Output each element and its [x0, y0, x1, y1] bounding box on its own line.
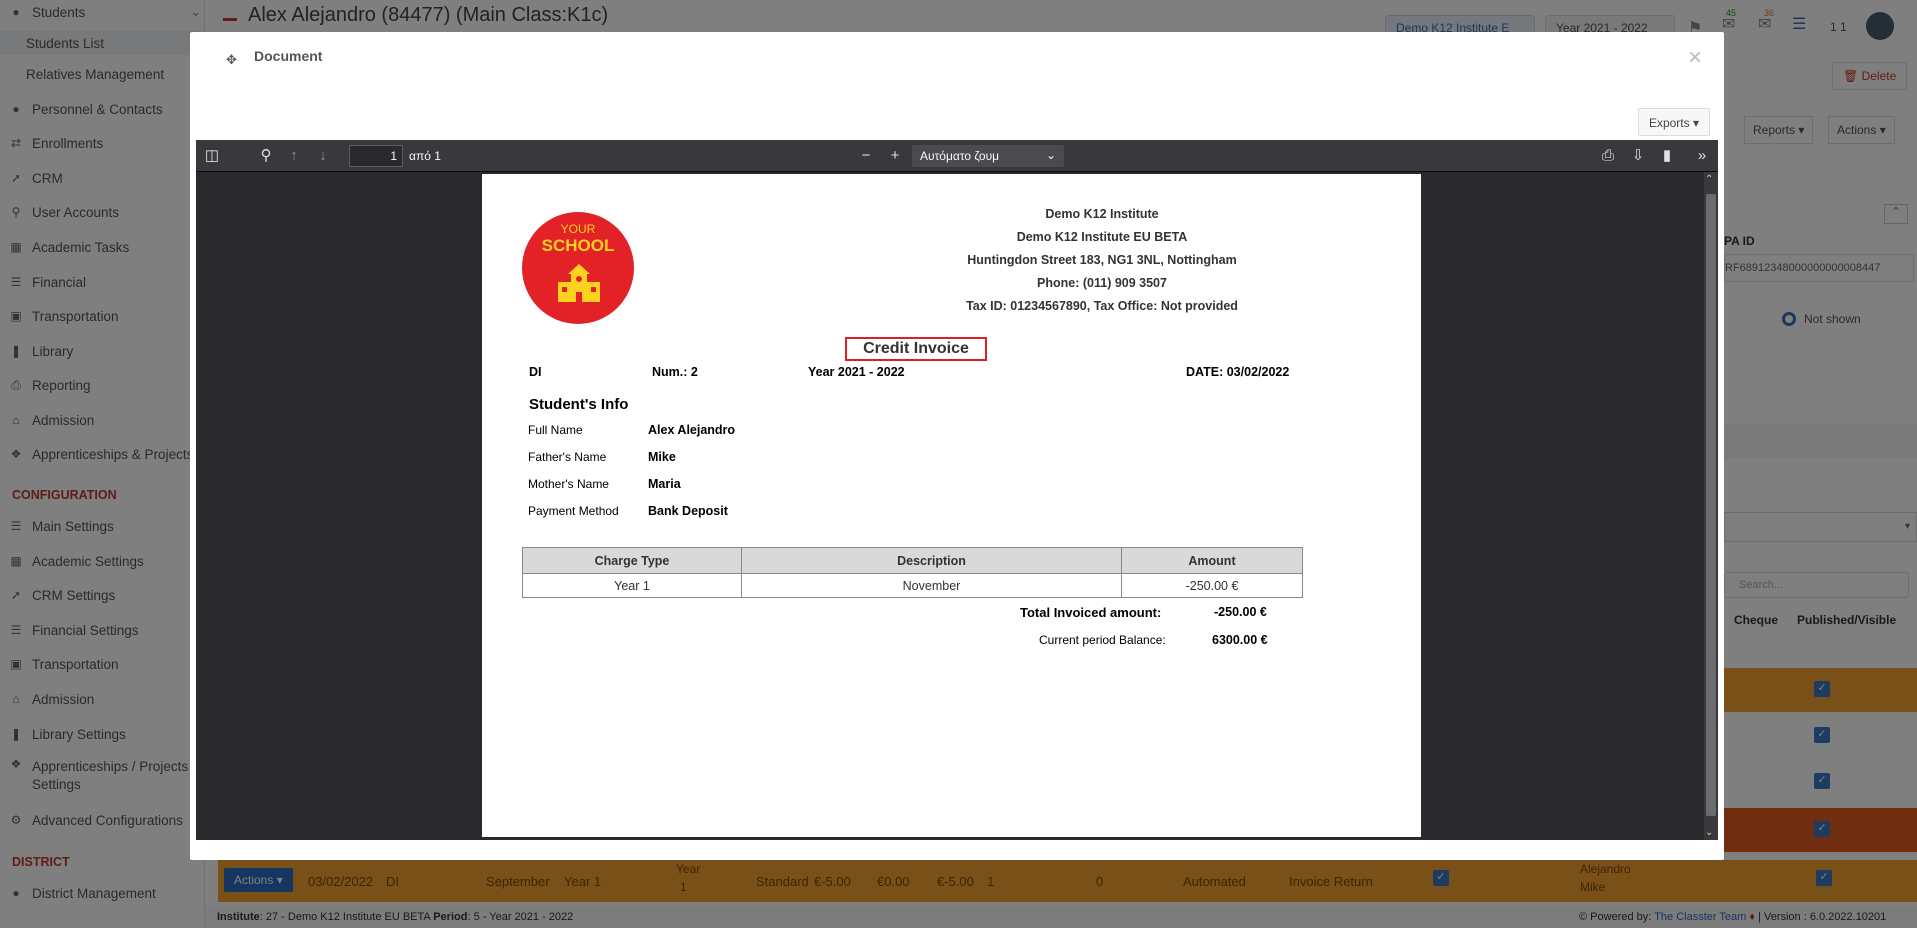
modal-title: Document [254, 48, 323, 64]
close-icon[interactable]: × [1688, 44, 1702, 72]
zoom-in-icon[interactable]: + [885, 146, 905, 166]
arrow-down-icon[interactable]: ↓ [313, 146, 333, 166]
field-label: Father's Name [528, 450, 607, 464]
field-label: Full Name [528, 423, 583, 437]
scroll-up-icon[interactable]: ⌃ [1705, 174, 1713, 185]
student-info-heading: Student's Info [529, 396, 629, 413]
move-icon[interactable]: ✥ [226, 52, 237, 68]
caret-down-icon: ▾ [1692, 116, 1699, 130]
scrollbar-thumb[interactable] [1706, 194, 1716, 816]
invoice-number: Num.: 2 [652, 365, 698, 379]
total-value: -250.00 € [1214, 605, 1267, 619]
charges-table: Charge Type Description Amount Year 1 No… [522, 547, 1303, 598]
pdf-viewer: ◫ ⚲ ↑ ↓ 1 από 1 − + Αυτόματο ζουμ ⌄ ⎙ ⇩ ▮… [196, 140, 1718, 840]
balance-value: 6300.00 € [1212, 633, 1268, 647]
tools-icon[interactable]: » [1692, 146, 1712, 166]
institute-name: Demo K12 Institute [1045, 207, 1159, 221]
institute-tax: Tax ID: 01234567890, Tax Office: Not pro… [966, 299, 1238, 313]
invoice-series: DI [529, 365, 542, 379]
cell-charge-type: Year 1 [522, 573, 742, 598]
download-icon[interactable]: ⇩ [1628, 146, 1648, 166]
zoom-select[interactable]: Αυτόματο ζουμ ⌄ [912, 145, 1064, 167]
pdf-toolbar: ◫ ⚲ ↑ ↓ 1 από 1 − + Αυτόματο ζουμ ⌄ ⎙ ⇩ ▮… [196, 140, 1718, 172]
page-count: από 1 [409, 149, 441, 163]
field-value: Maria [648, 477, 681, 491]
institute-phone: Phone: (011) 909 3507 [1037, 276, 1167, 290]
arrow-up-icon[interactable]: ↑ [284, 146, 304, 166]
institute-branch: Demo K12 Institute EU BETA [1016, 230, 1188, 244]
document-title: Credit Invoice [845, 337, 987, 361]
cell-description: November [741, 573, 1122, 598]
field-value: Mike [648, 450, 676, 464]
scroll-down-icon[interactable]: ⌄ [1705, 827, 1713, 838]
field-label: Mother's Name [528, 477, 609, 491]
field-value: Bank Deposit [648, 504, 728, 518]
table-row: Year 1 November -250.00 € [522, 573, 1303, 598]
invoice-year: Year 2021 - 2022 [808, 365, 905, 379]
invoice-date: DATE: 03/02/2022 [1186, 365, 1290, 379]
field-label: Payment Method [528, 504, 619, 518]
print-icon[interactable]: ⎙ [1598, 146, 1618, 166]
school-building-icon [558, 264, 600, 302]
balance-label: Current period Balance: [1039, 633, 1166, 647]
document-modal: ✥ Document × Exports ▾ ◫ ⚲ ↑ ↓ 1 από 1 −… [190, 32, 1724, 860]
chevron-down-icon: ⌄ [1045, 148, 1056, 162]
cell-amount: -250.00 € [1121, 573, 1303, 598]
page-number-input[interactable]: 1 [349, 145, 403, 167]
bookmark-icon[interactable]: ▮ [1657, 146, 1677, 166]
search-icon[interactable]: ⚲ [256, 146, 276, 166]
column-header: Description [741, 547, 1122, 574]
scrollbar[interactable]: ⌃ ⌄ [1704, 172, 1718, 840]
exports-button[interactable]: Exports ▾ [1637, 108, 1710, 136]
total-label: Total Invoiced amount: [1020, 605, 1162, 620]
field-value: Alex Alejandro [648, 423, 736, 437]
zoom-out-icon[interactable]: − [856, 146, 876, 166]
school-logo: YOUR SCHOOL [522, 212, 634, 324]
column-header: Charge Type [522, 547, 742, 574]
pdf-page: YOUR SCHOOL Demo K12 Institute Demo K12 … [482, 174, 1421, 837]
column-header: Amount [1121, 547, 1303, 574]
sidebar-toggle-icon[interactable]: ◫ [202, 146, 222, 166]
institute-address: Huntingdon Street 183, NG1 3NL, Nottingh… [967, 253, 1237, 267]
